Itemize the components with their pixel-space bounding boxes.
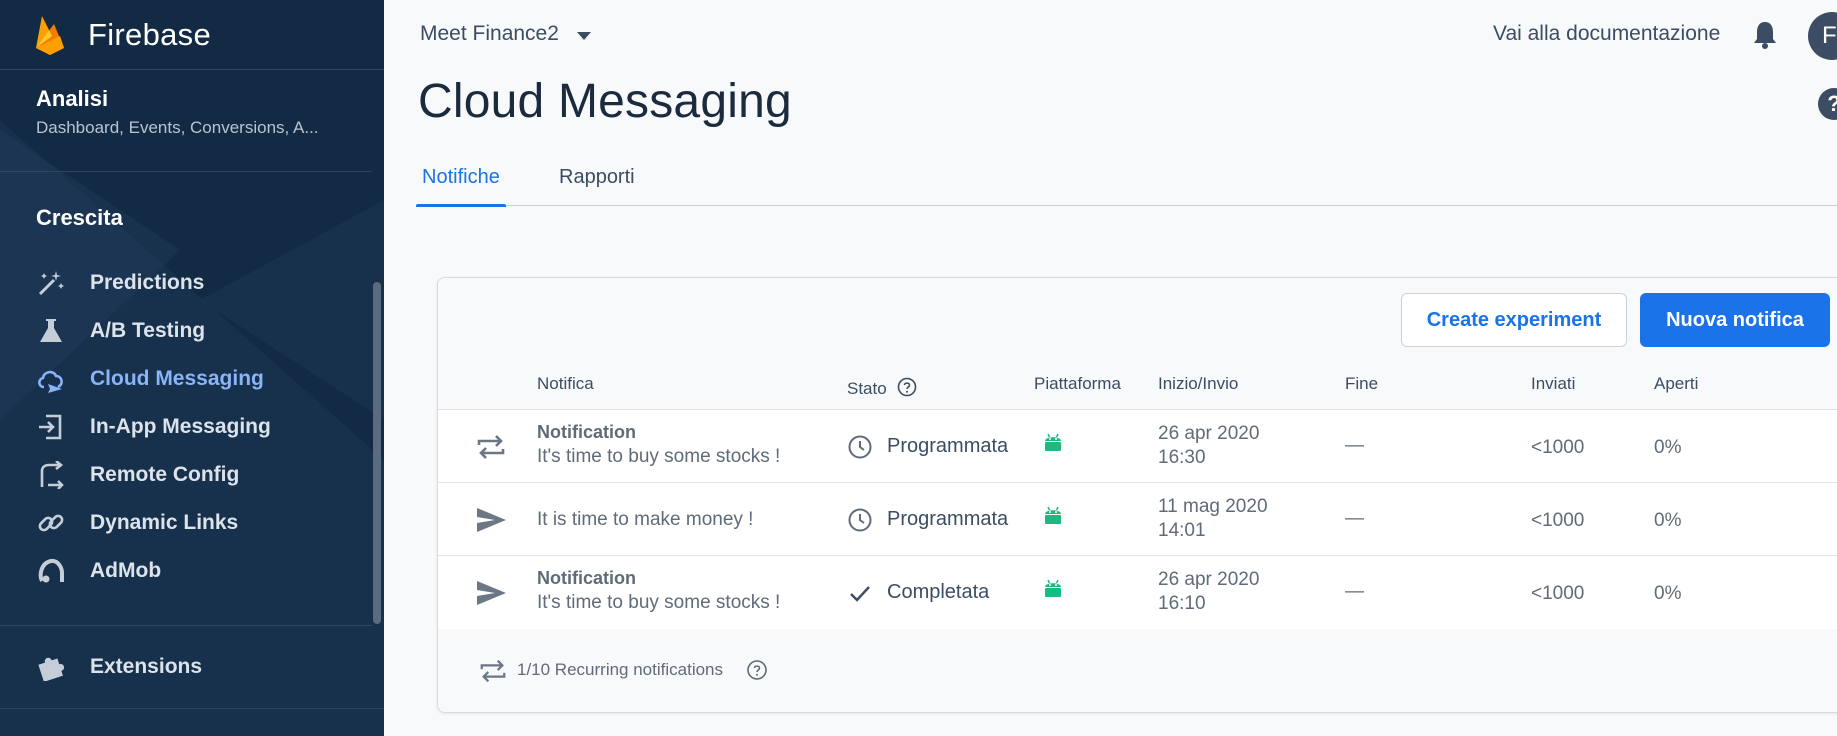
puzzle-icon: [38, 657, 65, 681]
status-text: Programmata: [887, 435, 1009, 457]
opened-rate: 0%: [1654, 437, 1682, 458]
check-icon: [850, 586, 870, 602]
link-icon: [38, 514, 64, 532]
sidebar-item-label: Remote Config: [90, 463, 240, 486]
sidebar-item-label: In-App Messaging: [90, 415, 271, 438]
notification-body: It's time to buy some stocks !: [537, 592, 781, 613]
notification-body: It's time to buy some stocks !: [537, 446, 781, 467]
table-row[interactable]: It is time to make money ! Programmata 1…: [438, 483, 1837, 556]
column-header-platform[interactable]: Piattaforma: [1034, 374, 1121, 394]
new-notification-button[interactable]: Nuova notifica: [1640, 293, 1830, 347]
avatar[interactable]: F: [1808, 12, 1837, 60]
recurring-icon: [477, 435, 505, 459]
sidebar-item-in-app-messaging[interactable]: In-App Messaging: [0, 403, 372, 451]
documentation-link[interactable]: Vai alla documentazione: [1493, 22, 1720, 46]
end-value: —: [1345, 435, 1364, 456]
notification-body: It is time to make money !: [537, 509, 754, 530]
status-text: Programmata: [887, 508, 1009, 530]
project-name: Meet Finance2: [420, 22, 559, 45]
sidebar-item-label: Cloud Messaging: [90, 367, 264, 390]
sidebar-divider: [0, 708, 384, 709]
column-header-end[interactable]: Fine: [1345, 374, 1378, 394]
end-value: —: [1345, 581, 1364, 602]
cloud-messaging-icon: [38, 370, 63, 393]
analytics-subtitle: Dashboard, Events, Conversions, A...: [36, 118, 319, 137]
in-app-messaging-icon: [39, 414, 62, 440]
sidebar-item-label: AdMob: [90, 559, 162, 582]
sidebar-item-dynamic-links[interactable]: Dynamic Links: [0, 499, 372, 547]
sidebar-item-predictions[interactable]: Predictions: [0, 259, 372, 307]
start-time: 14:01: [1158, 520, 1206, 541]
send-icon: [477, 581, 506, 605]
android-icon: [1045, 433, 1061, 451]
start-date: 26 apr 2020: [1158, 423, 1260, 444]
column-header-notification[interactable]: Notifica: [537, 374, 594, 394]
sidebar-item-ab-testing[interactable]: A/B Testing: [0, 307, 372, 355]
opened-rate: 0%: [1654, 510, 1682, 531]
column-header-status-label: Stato: [847, 379, 887, 398]
column-header-opened[interactable]: Aperti: [1654, 374, 1698, 394]
column-header-start[interactable]: Inizio/Invio: [1158, 374, 1238, 394]
start-time: 16:30: [1158, 447, 1206, 468]
column-header-status[interactable]: Stato: [847, 374, 917, 399]
sent-count: <1000: [1531, 510, 1585, 531]
sent-count: <1000: [1531, 583, 1585, 604]
table-row[interactable]: Notification It's time to buy some stock…: [438, 410, 1837, 483]
sidebar-item-label: Predictions: [90, 271, 205, 294]
create-experiment-button[interactable]: Create experiment: [1401, 293, 1627, 347]
clock-icon: [848, 435, 872, 459]
recurring-notifications-count: 1/10 Recurring notifications: [517, 660, 724, 679]
end-value: —: [1345, 508, 1364, 529]
notification-title: Notification: [537, 568, 636, 588]
help-outline-icon[interactable]: [746, 659, 768, 681]
sidebar-divider: [0, 625, 372, 626]
status-text: Completata: [887, 581, 990, 603]
bell-icon[interactable]: [1751, 20, 1779, 50]
sidebar-scrollbar[interactable]: [373, 282, 381, 624]
tab-bar: Notifiche Rapporti: [416, 160, 1837, 207]
send-icon: [477, 508, 506, 532]
column-header-sent[interactable]: Inviati: [1531, 374, 1575, 394]
firebase-brand[interactable]: Firebase: [0, 0, 384, 70]
page-title: Cloud Messaging: [418, 75, 792, 128]
clock-icon: [848, 508, 872, 532]
help-icon[interactable]: ?: [1818, 88, 1837, 120]
sidebar-item-label: Extensions: [90, 655, 203, 678]
tab-rapporti[interactable]: Rapporti: [553, 166, 641, 206]
sidebar-item-label: Dynamic Links: [90, 511, 239, 534]
sidebar-item-extensions[interactable]: Extensions: [0, 643, 372, 691]
tab-notifiche[interactable]: Notifiche: [416, 166, 506, 207]
recurring-notifications-footer: 1/10 Recurring notifications: [438, 629, 1837, 712]
firebase-logo-icon: [36, 16, 64, 55]
admob-icon: [38, 558, 64, 583]
sidebar-item-admob[interactable]: AdMob: [0, 547, 372, 595]
table-row[interactable]: Notification It's time to buy some stock…: [438, 556, 1837, 629]
start-time: 16:10: [1158, 593, 1206, 614]
sidebar-section-analytics[interactable]: Analisi Dashboard, Events, Conversions, …: [0, 71, 372, 172]
flask-icon: [40, 319, 62, 342]
sidebar: Firebase Analisi Dashboard, Events, Conv…: [0, 0, 384, 736]
android-icon: [1045, 506, 1061, 524]
remote-config-icon: [40, 461, 64, 489]
help-outline-icon[interactable]: [897, 377, 917, 397]
opened-rate: 0%: [1654, 583, 1682, 604]
recurring-icon: [480, 659, 506, 683]
sent-count: <1000: [1531, 437, 1585, 458]
chevron-down-icon: [576, 31, 591, 40]
project-selector[interactable]: Meet Finance2: [420, 22, 591, 46]
notifications-card: Create experiment Nuova notifica Notific…: [437, 277, 1837, 713]
start-date: 26 apr 2020: [1158, 569, 1260, 590]
notification-title: Notification: [537, 422, 636, 442]
sidebar-item-cloud-messaging[interactable]: Cloud Messaging: [0, 355, 372, 403]
analytics-title: Analisi: [36, 86, 109, 111]
brand-name: Firebase: [88, 17, 212, 52]
start-date: 11 mag 2020: [1158, 496, 1268, 517]
android-icon: [1045, 579, 1061, 597]
magic-wand-icon: [38, 271, 64, 296]
sidebar-item-label: A/B Testing: [90, 319, 206, 342]
sidebar-section-growth-title: Crescita: [36, 205, 123, 230]
card-toolbar: [438, 278, 1837, 410]
sidebar-item-remote-config[interactable]: Remote Config: [0, 451, 372, 499]
